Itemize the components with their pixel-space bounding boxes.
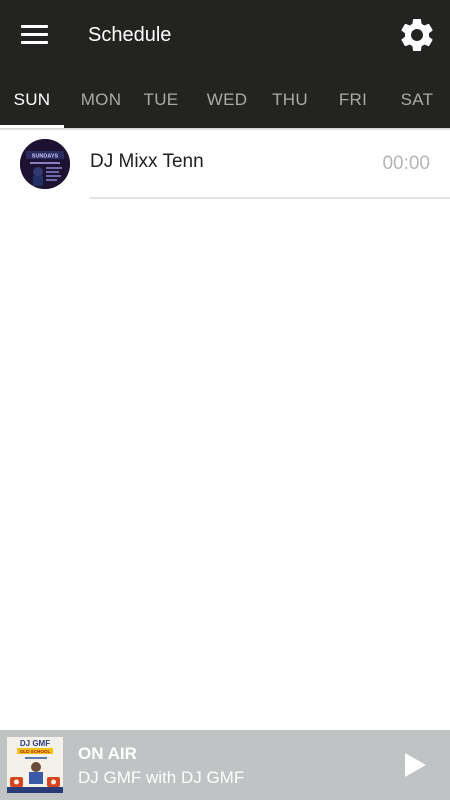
tab-sun[interactable]: SUN bbox=[0, 70, 64, 128]
day-tabs: SUN MON TUE WED THU FRI SAT bbox=[0, 70, 450, 128]
now-playing-text: DJ GMF with DJ GMF bbox=[78, 768, 245, 787]
on-air-label: ON AIR bbox=[78, 744, 137, 763]
album-art-subtitle: OLD SCHOOL bbox=[20, 749, 51, 754]
avatar-text: SUNDAYS bbox=[32, 154, 59, 160]
album-art-title: DJ GMF bbox=[20, 739, 50, 748]
tab-mon[interactable]: MON bbox=[64, 70, 138, 128]
tab-tue[interactable]: TUE bbox=[130, 70, 192, 128]
play-icon[interactable] bbox=[402, 751, 428, 779]
hamburger-menu-icon[interactable] bbox=[14, 17, 54, 53]
tab-fri[interactable]: FRI bbox=[324, 70, 382, 128]
app-root: Schedule SUN MON TUE WED THU FRI SAT SUN… bbox=[0, 0, 450, 800]
tab-wed[interactable]: WED bbox=[194, 70, 260, 128]
list-item[interactable]: SUNDAYS DJ Mixx Tenn 00:00 bbox=[0, 131, 450, 199]
page-title: Schedule bbox=[88, 24, 172, 46]
app-bar: Schedule SUN MON TUE WED THU FRI SAT bbox=[0, 0, 450, 128]
player-bar[interactable]: DJ GMF OLD SCHOOL ON AIR DJ GMF with DJ … bbox=[0, 730, 450, 800]
tab-thu[interactable]: THU bbox=[260, 70, 320, 128]
list-divider bbox=[90, 197, 450, 199]
schedule-list: SUNDAYS DJ Mixx Tenn 00:00 bbox=[0, 131, 450, 199]
show-time: 00:00 bbox=[382, 153, 430, 174]
gear-icon[interactable] bbox=[397, 15, 437, 55]
show-avatar: SUNDAYS bbox=[20, 139, 70, 189]
album-art: DJ GMF OLD SCHOOL bbox=[7, 737, 63, 793]
show-name: DJ Mixx Tenn bbox=[90, 151, 204, 172]
toolbar: Schedule bbox=[0, 0, 450, 70]
tab-sat[interactable]: SAT bbox=[386, 70, 448, 128]
